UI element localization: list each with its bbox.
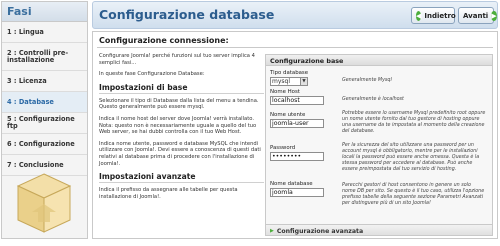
next-button-label: Avanti	[463, 11, 489, 20]
chevron-down-icon: ▼	[300, 78, 307, 85]
back-arrow-icon: ◀	[416, 10, 422, 21]
host-input[interactable]	[270, 96, 324, 105]
section-title: Configurazione connessione:	[99, 36, 229, 45]
sidebar-title: Fasi	[2, 2, 87, 22]
advanced-config-label: Configurazione avanzata	[276, 227, 364, 235]
intro-text-2: In queste fase Configurazione Database:	[99, 71, 205, 78]
step-configurazione-ftp[interactable]: 5 : Configurazione ftp	[2, 113, 87, 134]
db-type-value: mysql	[272, 78, 290, 85]
db-name-label: Nome database	[270, 181, 313, 187]
advanced-settings-heading: Impostazioni avanzate	[99, 172, 264, 184]
username-note: Potrebbe essere lo username Mysql predef…	[342, 111, 486, 135]
page-header: Configurazione database ◀ Indietro Avant…	[92, 1, 498, 29]
back-button-label: Indietro	[424, 11, 456, 20]
db-name-note: Parecchi gestori di host consentono in g…	[342, 183, 485, 207]
db-type-note: Generalmente Mysql	[342, 78, 392, 83]
basic-help-2: Indica il nome host del server dove Joom…	[99, 115, 257, 136]
package-box-icon	[16, 173, 72, 233]
basic-help-3: Indica nome utente, password e database …	[99, 140, 261, 167]
advanced-help: Indica il prefisso da assegnare alle tab…	[99, 187, 238, 200]
password-label: Password	[270, 145, 296, 151]
step-database[interactable]: 4 : Database	[2, 92, 87, 113]
help-column: Configurare Joomla! perché funzioni sul …	[99, 53, 264, 205]
host-note: Generalmente è localhost	[342, 97, 404, 102]
basic-help-1: Selezionare il tipo di Database dalla li…	[99, 97, 259, 111]
advanced-config-toggle[interactable]: ▶ Configurazione avanzata	[266, 224, 492, 235]
section-divider	[97, 47, 493, 48]
page-title: Configurazione database	[99, 7, 275, 22]
username-input[interactable]	[270, 119, 324, 128]
expand-triangle-icon: ▶	[270, 228, 274, 234]
step-lingua[interactable]: 1 : Lingua	[2, 22, 87, 43]
intro-text: Configurare Joomla! perché funzioni sul …	[99, 53, 255, 66]
db-name-input[interactable]	[270, 188, 324, 197]
password-input[interactable]	[270, 152, 324, 161]
back-button[interactable]: ◀ Indietro	[411, 7, 456, 24]
password-note: Per la sicurezza del sito utilizzare una…	[342, 143, 480, 173]
basic-settings-heading: Impostazioni di base	[99, 83, 264, 94]
db-type-select[interactable]: mysql ▼	[270, 77, 308, 86]
db-config-form: Configurazione base Tipo database mysql …	[265, 54, 493, 236]
db-type-label: Tipo database	[270, 70, 309, 76]
next-arrow-icon: ▶	[491, 10, 497, 21]
step-controlli[interactable]: 2 : Controlli pre-installazione	[2, 43, 87, 71]
form-panel-title: Configurazione base	[266, 55, 492, 66]
steps-sidebar: Fasi 1 : Lingua 2 : Controlli pre-instal…	[1, 1, 88, 239]
username-label: Nome utente	[270, 112, 306, 118]
main-panel: Configurazione connessione: Configurare …	[92, 31, 498, 239]
next-button[interactable]: Avanti ▶	[458, 7, 497, 24]
host-label: Nome Host	[270, 89, 300, 95]
step-licenza[interactable]: 3 : Licenza	[2, 71, 87, 92]
step-configurazione[interactable]: 6 : Configurazione	[2, 134, 87, 155]
